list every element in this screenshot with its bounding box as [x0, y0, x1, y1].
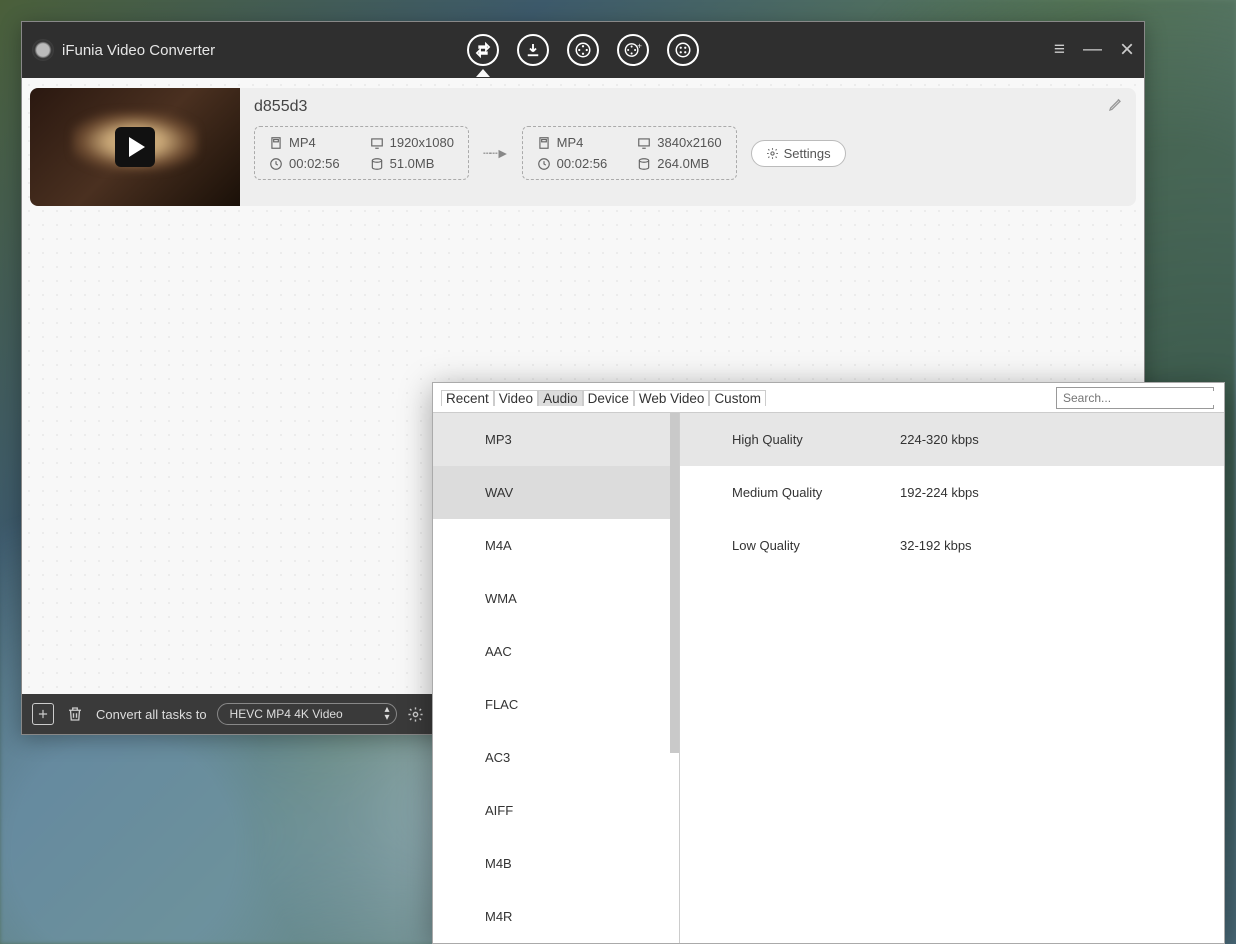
- format-popup: RecentVideoAudioDeviceWeb VideoCustom MP…: [432, 382, 1225, 944]
- menu-icon[interactable]: ≡: [1054, 39, 1065, 61]
- video-item-card: d855d3 MP4 1920x1080 00:02:56 51.0MB ┄┄►…: [30, 88, 1136, 206]
- svg-text:+: +: [637, 41, 642, 51]
- disk-icon: [370, 157, 384, 171]
- app-title: iFunia Video Converter: [62, 42, 215, 59]
- settings-button[interactable]: Settings: [751, 140, 846, 167]
- film-tab-icon[interactable]: [567, 34, 599, 66]
- clock-icon: [269, 157, 283, 171]
- format-item-aac[interactable]: AAC: [433, 625, 679, 678]
- format-item-ac3[interactable]: AC3: [433, 731, 679, 784]
- source-info-box: MP4 1920x1080 00:02:56 51.0MB: [254, 126, 469, 180]
- search-input[interactable]: [1063, 391, 1218, 405]
- film-alt-tab-icon[interactable]: [667, 34, 699, 66]
- format-tab-web-video[interactable]: Web Video: [634, 390, 710, 406]
- resolution-icon: [637, 136, 651, 150]
- play-icon[interactable]: [115, 127, 155, 167]
- format-tabs: RecentVideoAudioDeviceWeb VideoCustom: [433, 383, 1224, 413]
- close-icon[interactable]: ×: [1120, 36, 1134, 64]
- delete-button[interactable]: [64, 703, 86, 725]
- quality-item-medium-quality[interactable]: Medium Quality192-224 kbps: [680, 466, 1224, 519]
- app-icon: [32, 39, 54, 61]
- toolbar: +: [467, 34, 699, 66]
- convert-tab-icon[interactable]: [467, 34, 499, 66]
- video-title: d855d3: [254, 98, 1122, 116]
- add-button[interactable]: [32, 703, 54, 725]
- format-item-aiff[interactable]: AIFF: [433, 784, 679, 837]
- film-add-tab-icon[interactable]: +: [617, 34, 649, 66]
- titlebar: iFunia Video Converter + ≡ — ×: [22, 22, 1144, 78]
- search-input-wrap[interactable]: [1056, 387, 1214, 409]
- quality-list: High Quality224-320 kbpsMedium Quality19…: [680, 413, 1224, 943]
- format-icon: [269, 136, 283, 150]
- video-thumbnail[interactable]: [30, 88, 240, 206]
- arrow-icon: ┄┄►: [483, 145, 508, 162]
- format-item-wav[interactable]: WAV: [433, 466, 679, 519]
- scrollbar[interactable]: [670, 413, 679, 753]
- format-tab-audio[interactable]: Audio: [538, 390, 583, 406]
- format-tab-device[interactable]: Device: [583, 390, 634, 406]
- format-item-mp3[interactable]: MP3: [433, 413, 679, 466]
- format-list: MP3WAVM4AWMAAACFLACAC3AIFFM4BM4R: [433, 413, 680, 943]
- quality-item-high-quality[interactable]: High Quality224-320 kbps: [680, 413, 1224, 466]
- gear-icon: [766, 147, 779, 160]
- window-controls: ≡ — ×: [1054, 36, 1134, 64]
- quality-item-low-quality[interactable]: Low Quality32-192 kbps: [680, 519, 1224, 572]
- download-tab-icon[interactable]: [517, 34, 549, 66]
- format-item-m4b[interactable]: M4B: [433, 837, 679, 890]
- format-icon: [537, 136, 551, 150]
- format-tab-custom[interactable]: Custom: [709, 390, 766, 406]
- convert-all-label: Convert all tasks to: [96, 707, 207, 722]
- format-tab-video[interactable]: Video: [494, 390, 538, 406]
- resolution-icon: [370, 136, 384, 150]
- output-format-select[interactable]: HEVC MP4 4K Video ▴▾: [217, 703, 397, 725]
- format-tab-recent[interactable]: Recent: [441, 390, 494, 406]
- chevron-updown-icon: ▴▾: [385, 706, 390, 722]
- clock-icon: [537, 157, 551, 171]
- format-item-m4r[interactable]: M4R: [433, 890, 679, 943]
- minimize-icon[interactable]: —: [1083, 39, 1102, 61]
- disk-icon: [637, 157, 651, 171]
- format-item-wma[interactable]: WMA: [433, 572, 679, 625]
- format-item-flac[interactable]: FLAC: [433, 678, 679, 731]
- gear-icon[interactable]: [407, 706, 424, 723]
- format-item-m4a[interactable]: M4A: [433, 519, 679, 572]
- target-info-box[interactable]: MP4 3840x2160 00:02:56 264.0MB: [522, 126, 737, 180]
- edit-title-icon[interactable]: [1108, 96, 1124, 112]
